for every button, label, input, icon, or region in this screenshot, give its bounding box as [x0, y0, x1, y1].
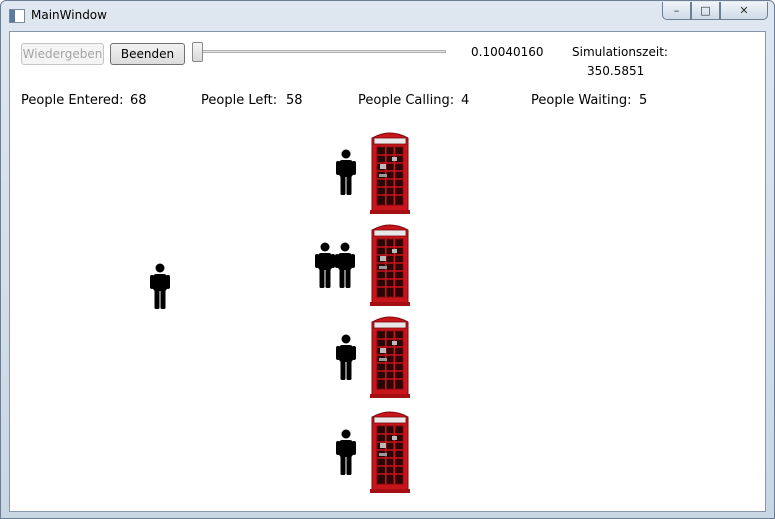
- people-calling-label: People Calling:: [358, 93, 455, 108]
- title-bar[interactable]: MainWindow – □ ✕: [1, 1, 774, 31]
- phone-booth-icon: [369, 316, 411, 398]
- maximize-icon: □: [700, 4, 711, 17]
- people-entered-label: People Entered:: [21, 93, 124, 108]
- person-icon: [335, 242, 355, 288]
- phone-booth-icon: [369, 411, 411, 493]
- people-waiting-value: 5: [639, 93, 648, 108]
- person-icon: [336, 429, 356, 475]
- close-icon: ✕: [739, 4, 749, 17]
- people-left-label: People Left:: [201, 93, 278, 108]
- window-title: MainWindow: [31, 8, 107, 22]
- stop-button[interactable]: Beenden: [110, 43, 185, 65]
- phone-booth-icon: [369, 132, 411, 214]
- minimize-icon: –: [673, 4, 680, 17]
- people-waiting-label: People Waiting:: [531, 93, 632, 108]
- close-button[interactable]: ✕: [720, 2, 768, 20]
- slider-value: 0.10040160: [471, 45, 544, 59]
- main-window: MainWindow – □ ✕ Wiedergeben Beenden 0.1…: [0, 0, 775, 519]
- client-area: Wiedergeben Beenden 0.10040160 Simulatio…: [9, 31, 766, 512]
- people-entered-value: 68: [130, 93, 147, 108]
- people-calling-value: 4: [461, 93, 470, 108]
- person-icon: [336, 149, 356, 195]
- phone-booth-icon: [369, 224, 411, 306]
- minimize-button[interactable]: –: [662, 2, 691, 20]
- speed-slider-thumb[interactable]: [192, 42, 203, 62]
- play-button[interactable]: Wiedergeben: [21, 43, 104, 65]
- sim-time-value: 350.5851: [587, 64, 645, 78]
- app-icon: [9, 9, 25, 23]
- people-left-value: 58: [286, 93, 303, 108]
- maximize-button[interactable]: □: [691, 2, 720, 20]
- person-icon: [315, 242, 335, 288]
- person-icon: [150, 263, 170, 309]
- speed-slider-track[interactable]: [200, 50, 446, 53]
- person-icon: [336, 334, 356, 380]
- sim-time-label: Simulationszeit:: [572, 45, 668, 59]
